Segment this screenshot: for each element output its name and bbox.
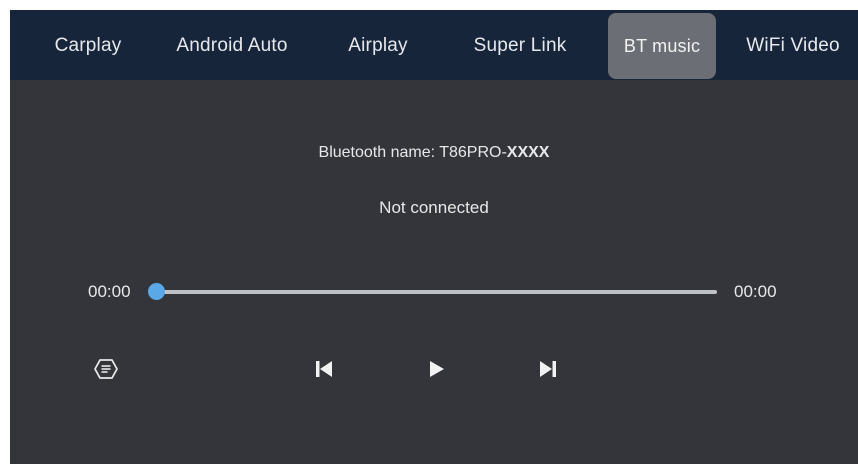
skip-previous-icon bbox=[316, 361, 332, 377]
connection-status: Not connected bbox=[379, 198, 489, 217]
play-button[interactable] bbox=[418, 351, 454, 387]
tab-carplay[interactable]: Carplay bbox=[36, 13, 140, 79]
bluetooth-name: Bluetooth name: T86PRO-XXXX bbox=[10, 144, 858, 162]
tab-wifi-video[interactable]: WiFi Video bbox=[732, 13, 854, 79]
tab-super-link[interactable]: Super Link bbox=[462, 13, 578, 79]
playlist-icon bbox=[94, 359, 118, 379]
bluetooth-name-label: Bluetooth name: T86PRO- bbox=[318, 144, 507, 161]
play-icon bbox=[430, 361, 444, 377]
progress-handle[interactable] bbox=[148, 283, 165, 300]
tab-bar: Carplay Android Auto Airplay Super Link … bbox=[10, 10, 858, 80]
tab-airplay[interactable]: Airplay bbox=[332, 13, 424, 79]
previous-track-button[interactable] bbox=[306, 351, 342, 387]
tab-bt-music[interactable]: BT music bbox=[608, 13, 716, 79]
bt-music-screen: Carplay Android Auto Airplay Super Link … bbox=[10, 10, 858, 464]
total-time: 00:00 bbox=[734, 282, 777, 301]
bluetooth-name-suffix: XXXX bbox=[506, 144, 550, 161]
skip-next-icon bbox=[540, 361, 556, 377]
playlist-button[interactable] bbox=[88, 351, 124, 387]
progress-bar[interactable] bbox=[148, 283, 717, 300]
elapsed-time: 00:00 bbox=[88, 282, 131, 301]
tab-android-auto[interactable]: Android Auto bbox=[160, 13, 304, 79]
next-track-button[interactable] bbox=[530, 351, 566, 387]
